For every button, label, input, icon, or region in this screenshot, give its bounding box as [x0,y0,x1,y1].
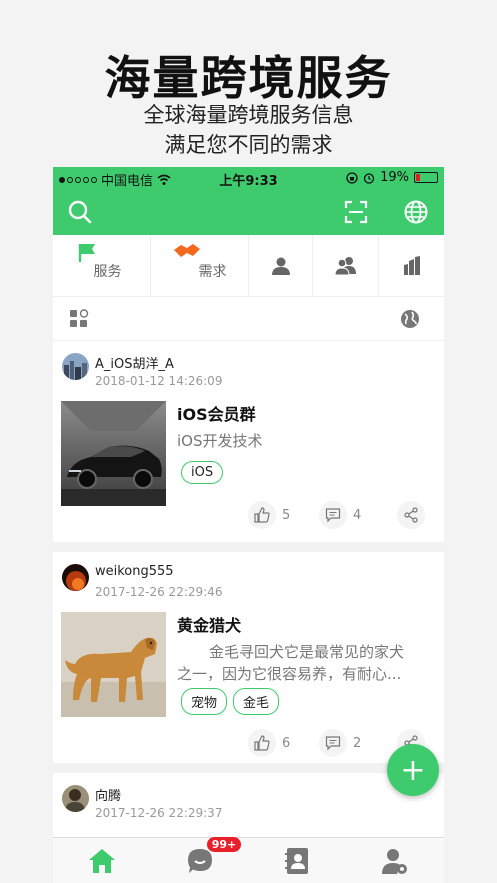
tab-profile[interactable] [346,838,444,883]
post-author[interactable]: weikong555 [95,564,174,579]
divider [53,542,444,552]
alarm-icon [363,172,375,184]
bottom-tabbar: 99+ [53,837,444,883]
phone-screen: 中国电信 上午9:33 19% 服务 需求 A_iOS胡洋_A 2018-01-… [53,167,444,883]
globe-icon[interactable] [403,199,429,225]
flag-icon [78,244,95,262]
filter-bar [53,297,444,341]
description-line: 之一，因为它很容易养，有耐心... [177,665,402,683]
thumbs-up-icon [254,735,270,751]
user-settings-icon [382,848,408,874]
group-icon [333,256,356,275]
avatar[interactable] [62,785,89,812]
battery-icon [414,172,438,183]
divider [53,763,444,773]
post-title[interactable]: iOS会员群 [177,401,256,425]
globe-filter-icon[interactable] [400,309,420,329]
comment-count: 4 [353,507,362,523]
tag[interactable]: 金毛 [233,688,280,715]
unread-badge: 99+ [206,837,242,852]
tab-contacts[interactable] [249,838,347,883]
building-icon [403,255,420,275]
comment-icon [325,736,341,751]
comment-icon [325,508,341,523]
tag[interactable]: 宠物 [181,688,228,715]
category-demand[interactable]: 需求 [151,235,249,296]
post-image[interactable] [61,401,166,506]
category-group[interactable] [313,235,379,296]
post-time: 2017-12-26 22:29:46 [95,585,223,599]
post-card[interactable]: weikong555 2017-12-26 22:29:46 黄金猎犬 金毛寻回… [53,552,444,763]
post-tags: iOS [181,461,224,484]
comment-count: 2 [353,735,362,751]
tab-home[interactable] [53,838,151,883]
post-time: 2017-12-26 22:29:37 [95,806,223,820]
person-icon [271,257,290,275]
tag[interactable]: iOS [181,461,224,484]
post-card[interactable]: A_iOS胡洋_A 2018-01-12 14:26:09 iOS会员群 iOS… [53,341,444,542]
contacts-icon [285,847,309,874]
avatar[interactable] [62,564,89,591]
post-actions: 5 4 [53,501,444,531]
post-author[interactable]: A_iOS胡洋_A [95,353,174,372]
tab-messages[interactable]: 99+ [151,837,249,883]
rotation-lock-icon [346,171,358,184]
handshake-icon [174,244,200,257]
category-service[interactable]: 服务 [53,235,151,296]
post-author[interactable]: 向腾 [95,785,121,804]
plus-icon: + [400,752,426,788]
post-description: iOS开发技术 [177,432,263,450]
promo-subtitle-2: 满足您不同的需求 [164,133,333,157]
share-button[interactable] [397,501,425,529]
post-actions: 6 2 [53,729,444,759]
promo-subtitle-1: 全球海量跨境服务信息 [143,103,354,127]
status-bar: 中国电信 上午9:33 19% [53,167,444,189]
post-tags: 宠物 金毛 [181,688,280,715]
battery-percent: 19% [380,170,409,185]
post-image[interactable] [61,612,166,717]
add-post-button[interactable]: + [387,744,439,796]
like-button[interactable]: 6 [248,729,290,757]
post-time: 2018-01-12 14:26:09 [95,374,223,388]
post-feed: A_iOS胡洋_A 2018-01-12 14:26:09 iOS会员群 iOS… [53,341,444,853]
post-title[interactable]: 黄金猎犬 [177,612,241,636]
avatar[interactable] [62,353,89,380]
like-count: 6 [282,735,291,751]
description-line: 金毛寻回犬它是最常见的家犬 [209,643,405,661]
category-building[interactable] [379,235,444,296]
comment-button[interactable]: 4 [319,501,361,529]
category-person[interactable] [249,235,313,296]
home-icon [88,848,115,873]
top-navbar [53,189,444,235]
scan-icon[interactable] [343,199,369,225]
share-icon [404,507,418,523]
category-label: 需求 [198,263,227,280]
like-count: 5 [282,507,291,523]
post-description: 金毛寻回犬它是最常见的家犬 之一，因为它很容易养，有耐心... [177,641,427,685]
comment-button[interactable]: 2 [319,729,361,757]
thumbs-up-icon [254,507,270,523]
like-button[interactable]: 5 [248,501,290,529]
category-bar: 服务 需求 [53,235,444,297]
category-grid-icon[interactable] [69,309,89,329]
search-icon[interactable] [67,199,93,225]
